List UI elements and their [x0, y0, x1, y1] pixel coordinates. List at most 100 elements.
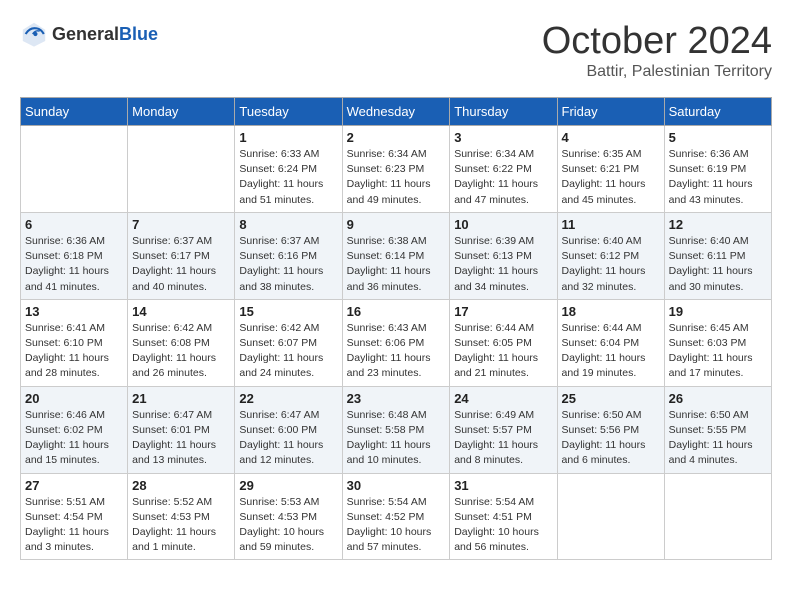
day-info: Sunrise: 6:33 AM Sunset: 6:24 PM Dayligh… — [239, 147, 337, 208]
calendar-week: 13Sunrise: 6:41 AM Sunset: 6:10 PM Dayli… — [21, 299, 772, 386]
calendar-day — [128, 126, 235, 213]
header-day: Friday — [557, 98, 664, 126]
calendar-day: 11Sunrise: 6:40 AM Sunset: 6:12 PM Dayli… — [557, 212, 664, 299]
calendar-day: 27 Sunrise: 5:51 AM Sunset: 4:54 PM Dayli… — [21, 473, 128, 560]
day-number: 9 — [347, 217, 446, 232]
calendar-week: 20 Sunrise: 6:46 AM Sunset: 6:02 PM Dayli… — [21, 386, 772, 473]
day-info: Sunrise: 6:49 AM Sunset: 5:57 PM Dayligh… — [454, 408, 552, 469]
day-info: Sunrise: 6:35 AM Sunset: 6:21 PM Dayligh… — [562, 147, 660, 208]
day-info: Sunrise: 6:36 AM Sunset: 6:18 PM Dayligh… — [25, 234, 123, 295]
day-info: Sunrise: 6:47 AM Sunset: 6:00 PM Dayligh… — [239, 408, 337, 469]
day-info: Sunrise: 6:42 AM Sunset: 6:07 PM Dayligh… — [239, 321, 337, 382]
day-number: 2 — [347, 130, 446, 145]
day-info: Sunrise: 5:54 AM Sunset: 4:51 PM Dayligh… — [454, 495, 552, 556]
calendar-body: 1 Sunrise: 6:33 AM Sunset: 6:24 PM Daylig… — [21, 126, 772, 560]
day-number: 31 — [454, 478, 552, 493]
day-number: 28 — [132, 478, 230, 493]
calendar-day: 30Sunrise: 5:54 AM Sunset: 4:52 PM Dayli… — [342, 473, 450, 560]
day-number: 11 — [562, 217, 660, 232]
day-info: Sunrise: 6:47 AM Sunset: 6:01 PM Dayligh… — [132, 408, 230, 469]
calendar-day: 5Sunrise: 6:36 AM Sunset: 6:19 PM Daylig… — [664, 126, 771, 213]
calendar-day: 10 Sunrise: 6:39 AM Sunset: 6:13 PM Dayli… — [450, 212, 557, 299]
day-number: 4 — [562, 130, 660, 145]
header-day: Saturday — [664, 98, 771, 126]
calendar-day — [664, 473, 771, 560]
day-info: Sunrise: 6:44 AM Sunset: 6:05 PM Dayligh… — [454, 321, 552, 382]
day-info: Sunrise: 6:37 AM Sunset: 6:17 PM Dayligh… — [132, 234, 230, 295]
calendar-day — [21, 126, 128, 213]
day-info: Sunrise: 6:45 AM Sunset: 6:03 PM Dayligh… — [669, 321, 767, 382]
day-info: Sunrise: 6:50 AM Sunset: 5:56 PM Dayligh… — [562, 408, 660, 469]
day-info: Sunrise: 6:43 AM Sunset: 6:06 PM Dayligh… — [347, 321, 446, 382]
day-number: 21 — [132, 391, 230, 406]
calendar-day: 23Sunrise: 6:48 AM Sunset: 5:58 PM Dayli… — [342, 386, 450, 473]
calendar-day: 29Sunrise: 5:53 AM Sunset: 4:53 PM Dayli… — [235, 473, 342, 560]
day-info: Sunrise: 6:39 AM Sunset: 6:13 PM Dayligh… — [454, 234, 552, 295]
day-number: 20 — [25, 391, 123, 406]
page-header: General Blue October 2024 Battir, Palest… — [20, 20, 772, 81]
logo-text: General Blue — [52, 24, 158, 45]
calendar-day: 9 Sunrise: 6:38 AM Sunset: 6:14 PM Daylig… — [342, 212, 450, 299]
day-number: 25 — [562, 391, 660, 406]
calendar-day: 19 Sunrise: 6:45 AM Sunset: 6:03 PM Dayli… — [664, 299, 771, 386]
day-info: Sunrise: 5:51 AM Sunset: 4:54 PM Dayligh… — [25, 495, 123, 556]
logo-general: General — [52, 24, 119, 45]
header-day: Wednesday — [342, 98, 450, 126]
calendar-day: 17 Sunrise: 6:44 AM Sunset: 6:05 PM Dayli… — [450, 299, 557, 386]
day-number: 8 — [239, 217, 337, 232]
calendar-day: 22 Sunrise: 6:47 AM Sunset: 6:00 PM Dayli… — [235, 386, 342, 473]
day-number: 7 — [132, 217, 230, 232]
day-info: Sunrise: 6:37 AM Sunset: 6:16 PM Dayligh… — [239, 234, 337, 295]
day-number: 10 — [454, 217, 552, 232]
calendar-week: 6 Sunrise: 6:36 AM Sunset: 6:18 PM Daylig… — [21, 212, 772, 299]
calendar-day: 15 Sunrise: 6:42 AM Sunset: 6:07 PM Dayli… — [235, 299, 342, 386]
calendar-day: 13Sunrise: 6:41 AM Sunset: 6:10 PM Dayli… — [21, 299, 128, 386]
day-info: Sunrise: 6:50 AM Sunset: 5:55 PM Dayligh… — [669, 408, 767, 469]
location-title: Battir, Palestinian Territory — [542, 63, 772, 81]
calendar-week: 1 Sunrise: 6:33 AM Sunset: 6:24 PM Daylig… — [21, 126, 772, 213]
day-info: Sunrise: 6:44 AM Sunset: 6:04 PM Dayligh… — [562, 321, 660, 382]
calendar-day: 20 Sunrise: 6:46 AM Sunset: 6:02 PM Dayli… — [21, 386, 128, 473]
day-number: 23 — [347, 391, 446, 406]
calendar-day: 4 Sunrise: 6:35 AM Sunset: 6:21 PM Daylig… — [557, 126, 664, 213]
day-info: Sunrise: 6:34 AM Sunset: 6:22 PM Dayligh… — [454, 147, 552, 208]
calendar-day: 6 Sunrise: 6:36 AM Sunset: 6:18 PM Daylig… — [21, 212, 128, 299]
calendar-day: 28Sunrise: 5:52 AM Sunset: 4:53 PM Dayli… — [128, 473, 235, 560]
day-info: Sunrise: 6:38 AM Sunset: 6:14 PM Dayligh… — [347, 234, 446, 295]
day-info: Sunrise: 6:42 AM Sunset: 6:08 PM Dayligh… — [132, 321, 230, 382]
logo: General Blue — [20, 20, 158, 48]
day-number: 3 — [454, 130, 552, 145]
calendar-header: SundayMondayTuesdayWednesdayThursdayFrid… — [21, 98, 772, 126]
calendar-day: 21 Sunrise: 6:47 AM Sunset: 6:01 PM Dayli… — [128, 386, 235, 473]
day-number: 5 — [669, 130, 767, 145]
calendar-week: 27 Sunrise: 5:51 AM Sunset: 4:54 PM Dayli… — [21, 473, 772, 560]
calendar-day: 14Sunrise: 6:42 AM Sunset: 6:08 PM Dayli… — [128, 299, 235, 386]
day-info: Sunrise: 6:41 AM Sunset: 6:10 PM Dayligh… — [25, 321, 123, 382]
calendar-day: 1 Sunrise: 6:33 AM Sunset: 6:24 PM Daylig… — [235, 126, 342, 213]
day-number: 30 — [347, 478, 446, 493]
calendar-day: 18 Sunrise: 6:44 AM Sunset: 6:04 PM Dayli… — [557, 299, 664, 386]
day-number: 26 — [669, 391, 767, 406]
calendar-day: 3 Sunrise: 6:34 AM Sunset: 6:22 PM Daylig… — [450, 126, 557, 213]
day-number: 27 — [25, 478, 123, 493]
header-day: Tuesday — [235, 98, 342, 126]
header-row: SundayMondayTuesdayWednesdayThursdayFrid… — [21, 98, 772, 126]
day-number: 29 — [239, 478, 337, 493]
day-number: 15 — [239, 304, 337, 319]
month-title: October 2024 — [542, 20, 772, 63]
calendar-day: 31 Sunrise: 5:54 AM Sunset: 4:51 PM Dayli… — [450, 473, 557, 560]
day-number: 19 — [669, 304, 767, 319]
day-info: Sunrise: 6:46 AM Sunset: 6:02 PM Dayligh… — [25, 408, 123, 469]
calendar-day: 16 Sunrise: 6:43 AM Sunset: 6:06 PM Dayli… — [342, 299, 450, 386]
logo-blue: Blue — [119, 24, 158, 45]
day-number: 17 — [454, 304, 552, 319]
calendar-day: 2Sunrise: 6:34 AM Sunset: 6:23 PM Daylig… — [342, 126, 450, 213]
day-number: 1 — [239, 130, 337, 145]
calendar-day: 26 Sunrise: 6:50 AM Sunset: 5:55 PM Dayli… — [664, 386, 771, 473]
day-info: Sunrise: 6:40 AM Sunset: 6:11 PM Dayligh… — [669, 234, 767, 295]
day-number: 22 — [239, 391, 337, 406]
day-number: 16 — [347, 304, 446, 319]
calendar-day — [557, 473, 664, 560]
day-number: 18 — [562, 304, 660, 319]
day-number: 6 — [25, 217, 123, 232]
